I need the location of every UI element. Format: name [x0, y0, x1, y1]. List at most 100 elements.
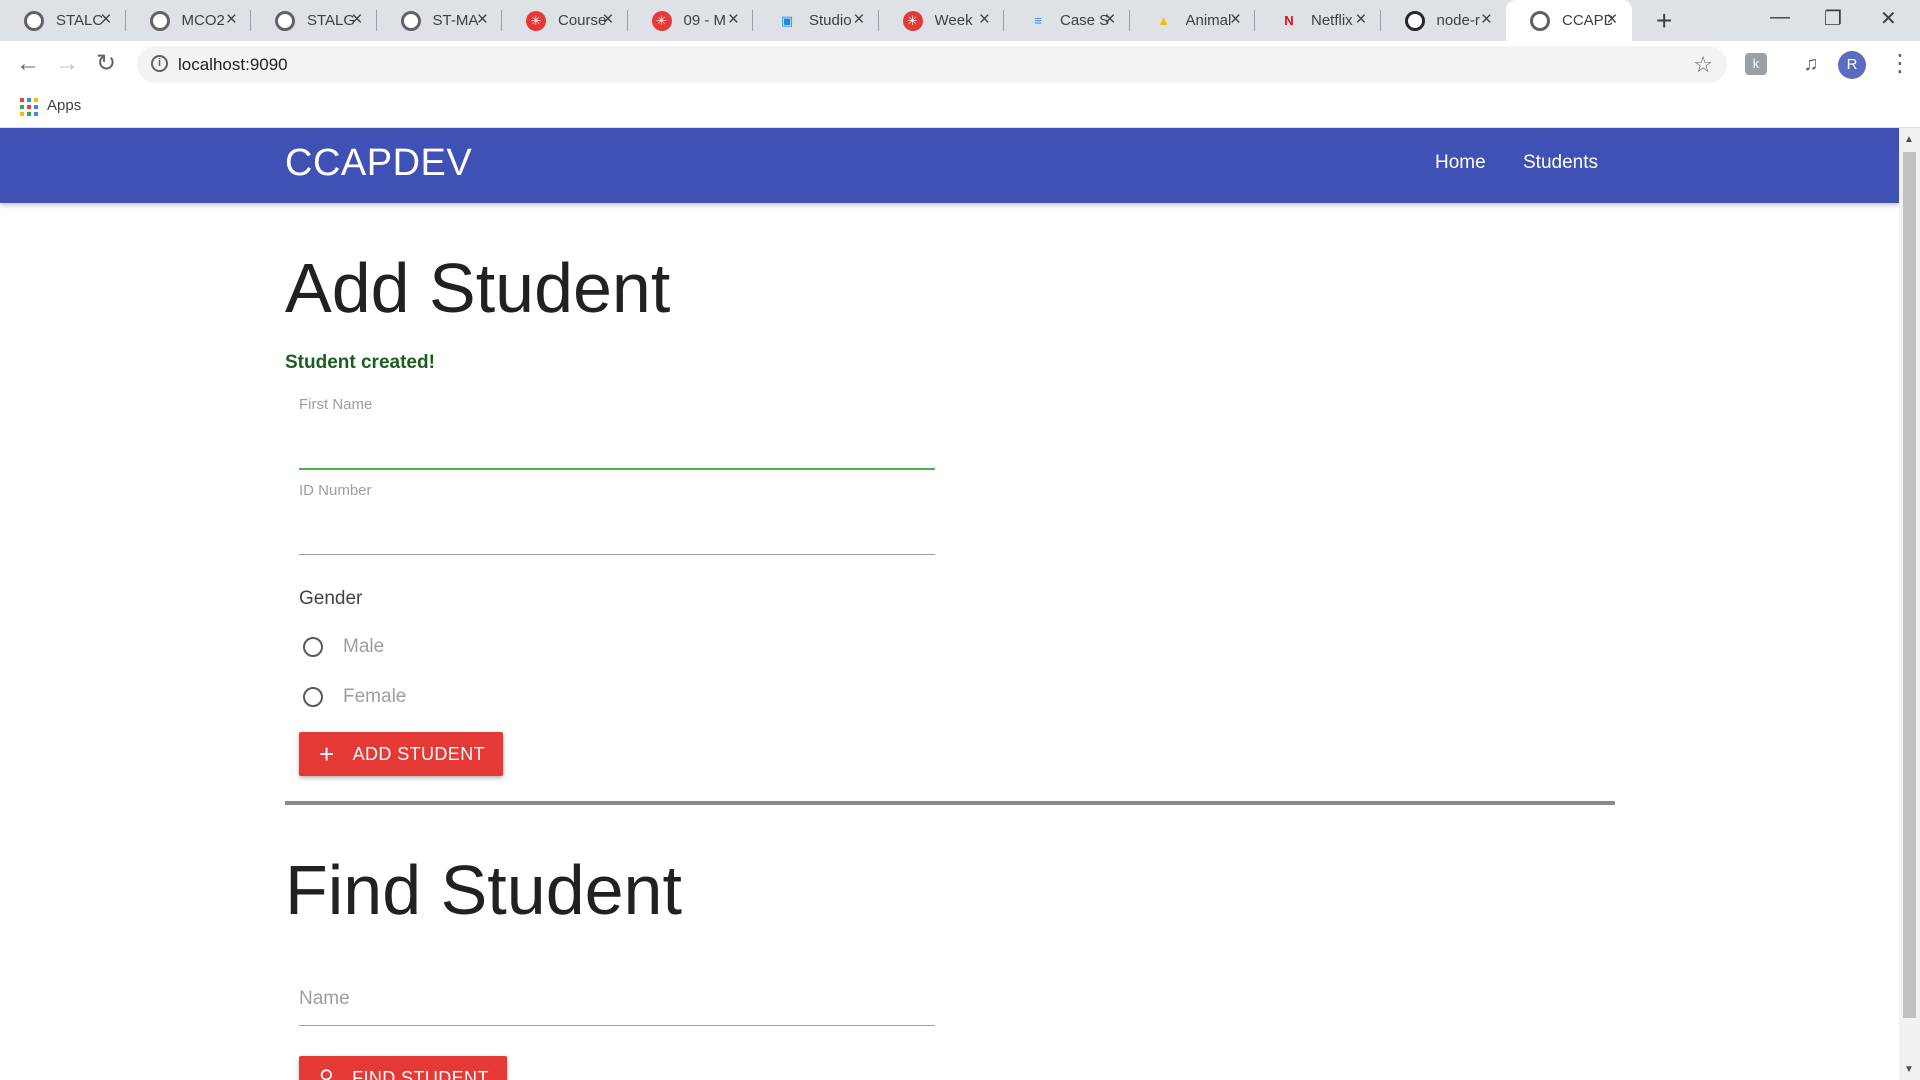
- apps-grid-icon[interactable]: [20, 98, 38, 116]
- tab-close-icon[interactable]: ×: [100, 10, 111, 30]
- browser-tab[interactable]: ST-MA ×: [377, 0, 502, 41]
- globe-icon: [275, 10, 295, 31]
- app-navbar: CCAPDEV Home Students: [0, 128, 1899, 203]
- gender-option-male-label[interactable]: Male: [343, 636, 384, 658]
- extension-icon[interactable]: k: [1745, 53, 1767, 75]
- browser-tab[interactable]: ✳ Week ×: [879, 0, 1004, 41]
- tab-close-icon[interactable]: ×: [226, 10, 237, 30]
- browser-menu-icon[interactable]: ⋮: [1888, 49, 1912, 78]
- gender-radio-female[interactable]: [303, 687, 323, 707]
- profile-avatar[interactable]: R: [1838, 51, 1866, 79]
- tab-close-icon[interactable]: ×: [351, 10, 362, 30]
- github-icon: [1404, 10, 1425, 31]
- add-student-button[interactable]: + ADD STUDENT: [299, 732, 503, 776]
- canvas-icon: ✳: [526, 10, 546, 31]
- tab-close-icon[interactable]: ×: [1355, 10, 1366, 30]
- bookmark-star-icon[interactable]: ☆: [1693, 52, 1713, 78]
- browser-tab[interactable]: ✳ 09 - M ×: [628, 0, 753, 41]
- site-info-icon[interactable]: i: [151, 55, 168, 72]
- browser-tab-title: STALC: [56, 12, 104, 29]
- apps-bookmark-label[interactable]: Apps: [47, 97, 81, 114]
- first-name-label: First Name: [299, 396, 373, 413]
- browser-tab[interactable]: STALC ×: [0, 0, 126, 41]
- tab-close-icon[interactable]: ×: [979, 10, 990, 30]
- maximize-icon[interactable]: ❐: [1824, 6, 1842, 31]
- find-student-heading: Find Student: [285, 851, 682, 929]
- browser-tab[interactable]: CCAPD ×: [1506, 0, 1632, 41]
- tab-close-icon[interactable]: ×: [853, 10, 864, 30]
- globe-icon: [400, 10, 421, 31]
- scroll-up-icon[interactable]: ▲: [1904, 134, 1914, 145]
- studio-icon: ▣: [780, 12, 794, 28]
- browser-tab[interactable]: node-r ×: [1381, 0, 1507, 41]
- netflix-icon: N: [1284, 13, 1294, 28]
- back-icon[interactable]: ←: [16, 51, 40, 77]
- page-viewport: CCAPDEV Home Students Add Student Studen…: [0, 128, 1899, 1080]
- browser-tab-strip: STALC × MCO2 × STALG × ST-MA × ✳ Course × ✳ 09 - M × ▣…: [0, 0, 1920, 41]
- tab-close-icon[interactable]: ×: [1230, 10, 1241, 30]
- docs-icon: ≡: [1034, 13, 1042, 28]
- id-number-label: ID Number: [299, 482, 372, 499]
- globe-icon: [149, 10, 170, 31]
- brand-logo[interactable]: CCAPDEV: [285, 142, 472, 185]
- gender-option-female-label[interactable]: Female: [343, 686, 406, 708]
- nav-link-students[interactable]: Students: [1523, 152, 1598, 174]
- minimize-icon[interactable]: —: [1770, 6, 1790, 29]
- browser-tab-title: MCO2: [181, 12, 225, 29]
- drive-icon: ▲: [1157, 13, 1170, 28]
- browser-tab[interactable]: ▲ Animal ×: [1130, 0, 1255, 41]
- scroll-down-icon[interactable]: ▼: [1904, 1064, 1914, 1075]
- bookmarks-bar: Apps: [0, 88, 1920, 128]
- browser-tab[interactable]: ▣ Studio ×: [753, 0, 879, 41]
- tab-close-icon[interactable]: ×: [477, 10, 488, 30]
- tab-close-icon[interactable]: ×: [1481, 10, 1492, 30]
- tab-close-icon[interactable]: ×: [602, 10, 613, 30]
- browser-tab-title: STALG: [307, 12, 356, 29]
- plus-icon: +: [319, 739, 335, 769]
- media-controls-icon[interactable]: ♫: [1800, 53, 1822, 75]
- name-search-underline: [299, 1025, 935, 1026]
- browser-tab[interactable]: ≡ Case S ×: [1004, 0, 1130, 41]
- add-student-button-label: ADD STUDENT: [352, 743, 485, 764]
- globe-icon: [1530, 10, 1550, 31]
- scrollbar-thumb[interactable]: [1903, 152, 1916, 1018]
- tab-close-icon[interactable]: ×: [1606, 10, 1617, 30]
- url-text[interactable]: localhost:9090: [178, 55, 288, 75]
- first-name-underline: [299, 468, 935, 470]
- first-name-input[interactable]: [299, 418, 935, 456]
- id-number-input[interactable]: [299, 504, 935, 542]
- status-message: Student created!: [285, 352, 435, 373]
- address-bar[interactable]: i localhost:9090 ☆: [137, 46, 1727, 83]
- gender-radio-male[interactable]: [303, 637, 323, 657]
- section-divider: [285, 801, 1615, 805]
- browser-tab-title: Week: [934, 12, 973, 29]
- tab-close-icon[interactable]: ×: [728, 10, 739, 30]
- browser-tab-title: Animal: [1185, 12, 1232, 29]
- name-search-input[interactable]: Name: [299, 988, 350, 1010]
- find-student-button-label: FIND STUDENT: [352, 1067, 489, 1080]
- browser-tab[interactable]: ✳ Course ×: [502, 0, 628, 41]
- new-tab-button[interactable]: +: [1656, 6, 1672, 36]
- id-number-underline: [299, 554, 935, 555]
- nav-link-home[interactable]: Home: [1435, 152, 1486, 174]
- canvas-icon: ✳: [902, 10, 923, 31]
- browser-tab-title: Case S: [1060, 12, 1110, 29]
- forward-icon[interactable]: →: [55, 51, 79, 77]
- reload-icon[interactable]: ↻: [96, 51, 116, 77]
- search-icon: ⚲: [319, 1067, 335, 1080]
- browser-tab[interactable]: STALG ×: [251, 0, 377, 41]
- browser-tab-title: Netflix: [1311, 12, 1353, 29]
- add-student-heading: Add Student: [285, 249, 671, 327]
- page-scrollbar[interactable]: ▲ ▼: [1899, 128, 1920, 1080]
- globe-icon: [24, 10, 44, 31]
- tab-close-icon[interactable]: ×: [1104, 10, 1115, 30]
- gender-label: Gender: [299, 588, 363, 609]
- browser-tab-title: CCAPD: [1562, 12, 1612, 29]
- browser-tab[interactable]: MCO2 ×: [126, 0, 251, 41]
- browser-tab-title: ST-MA: [432, 12, 479, 29]
- browser-tab[interactable]: N Netflix ×: [1255, 0, 1381, 41]
- close-window-icon[interactable]: ✕: [1880, 6, 1897, 31]
- find-student-button[interactable]: ⚲ FIND STUDENT: [299, 1056, 507, 1080]
- browser-toolbar: ← → ↻ i localhost:9090 ☆ k ♫ R ⋮: [0, 41, 1920, 88]
- browser-tab-title: Course: [558, 12, 607, 29]
